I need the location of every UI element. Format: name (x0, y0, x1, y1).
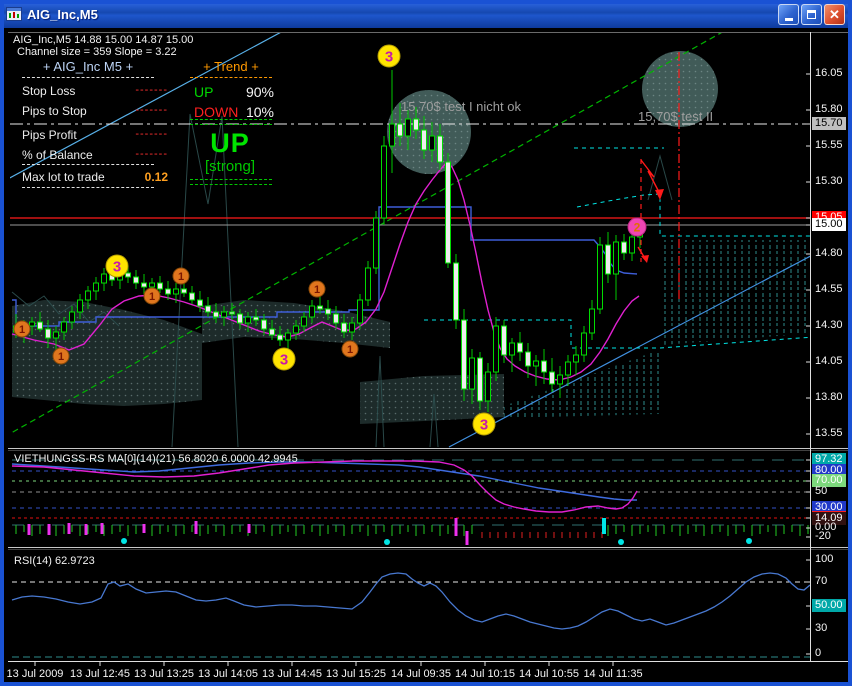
time-axis-label: 13 Jul 13:25 (129, 668, 199, 680)
trend-down-value: 10% (246, 104, 274, 120)
price-axis-label: 15.30 (815, 175, 843, 188)
indicator2-axis-label: 100 (815, 553, 833, 566)
trend-strength-qualifier: [strong] (182, 158, 278, 175)
channel-readout: Channel size = 359 Slope = 3.22 (17, 46, 177, 58)
panel-symbol-header: + AIG_Inc M5 + (18, 59, 158, 74)
trend-down-label: DOWN (194, 104, 238, 120)
indicator2-axis-label: 50.00 (812, 599, 846, 612)
max-lot-value: 0.12 (145, 170, 168, 184)
ohlc-readout: AIG_Inc,M5 14.88 15.00 14.87 15.00 (13, 34, 193, 46)
time-axis-label: 13 Jul 2009 (0, 668, 70, 680)
pips-to-stop-value: ------- (135, 104, 168, 118)
panel-separator (22, 187, 154, 188)
time-axis-label: 13 Jul 12:45 (65, 668, 135, 680)
pips-profit-label: Pips Profit (22, 128, 77, 142)
stop-loss-label: Stop Loss (22, 84, 75, 98)
price-axis-label: 14.80 (815, 247, 843, 260)
indicator-pane-2[interactable] (10, 550, 810, 658)
price-axis-label: 13.80 (815, 391, 843, 404)
indicator1-label: VIETHUNGSS-RS MA[0](14)(21) 56.8020 6.00… (14, 453, 298, 465)
close-icon: ✕ (829, 8, 840, 21)
indicator2-axis-label: 70 (815, 575, 827, 588)
annotation-test2[interactable]: 15,70$ test II (638, 109, 713, 124)
panel-separator (22, 164, 154, 165)
time-axis-label: 14 Jul 11:35 (578, 668, 648, 680)
time-axis-label: 14 Jul 09:35 (386, 668, 456, 680)
time-axis-label: 13 Jul 14:05 (193, 668, 263, 680)
price-axis-label: 14.30 (815, 319, 843, 332)
window-title: AIG_Inc,M5 (27, 7, 98, 22)
minimize-icon (785, 18, 793, 21)
trend-strength-separator (190, 119, 272, 125)
pips-to-stop-label: Pips to Stop (22, 104, 87, 118)
pips-profit-value: ------- (135, 128, 168, 142)
panel-separator (22, 77, 154, 78)
price-axis-label: 15.55 (815, 139, 843, 152)
indicator2-label: RSI(14) 62.9723 (14, 555, 95, 567)
indicator2-axis-label: 30 (815, 622, 827, 635)
price-axis-label: 13.55 (815, 427, 843, 440)
trend-up-value: 90% (246, 84, 274, 100)
maximize-button[interactable] (801, 4, 822, 25)
trend-header: + Trend + (188, 59, 274, 74)
annotation-test1[interactable]: 15,70$ test I nicht ok (401, 99, 521, 114)
indicator1-axis-label: -20 (815, 530, 831, 543)
price-axis-label: 16.05 (815, 67, 843, 80)
price-axis-label: 15.00 (812, 218, 846, 231)
indicator-pane-1[interactable] (10, 452, 810, 545)
indicator2-axis-label: 0 (815, 647, 821, 660)
max-lot-label: Max lot to trade (22, 170, 105, 184)
close-button[interactable]: ✕ (824, 4, 845, 25)
minimize-button[interactable] (778, 4, 799, 25)
price-axis-label: 15.70 (812, 117, 846, 130)
trend-strength-separator (190, 179, 272, 185)
price-axis-label: 14.05 (815, 355, 843, 368)
indicator1-axis-label: 50 (815, 485, 827, 498)
overlay-layer: AIG_Inc,M5 14.88 15.00 14.87 15.00 Chann… (4, 4, 852, 686)
trend-separator (190, 77, 272, 78)
price-axis-label: 14.55 (815, 283, 843, 296)
window-chart-icon[interactable] (6, 6, 22, 22)
time-axis-label: 13 Jul 14:45 (257, 668, 327, 680)
trend-strength-word: UP (190, 128, 270, 159)
trend-up-label: UP (194, 84, 213, 100)
time-axis-label: 14 Jul 10:15 (450, 668, 520, 680)
time-axis-label: 14 Jul 10:55 (514, 668, 584, 680)
stop-loss-value: ------- (135, 84, 168, 98)
time-axis-label: 13 Jul 15:25 (321, 668, 391, 680)
balance-pct-label: % of Balance (22, 148, 93, 162)
application-window: 33331111112 AIG_Inc,M5 14.88 15.00 14.87… (0, 0, 852, 686)
balance-pct-value: ------- (135, 148, 168, 162)
maximize-icon (807, 10, 816, 19)
price-axis-label: 15.80 (815, 103, 843, 116)
title-bar[interactable]: AIG_Inc,M5 ✕ (0, 0, 852, 28)
